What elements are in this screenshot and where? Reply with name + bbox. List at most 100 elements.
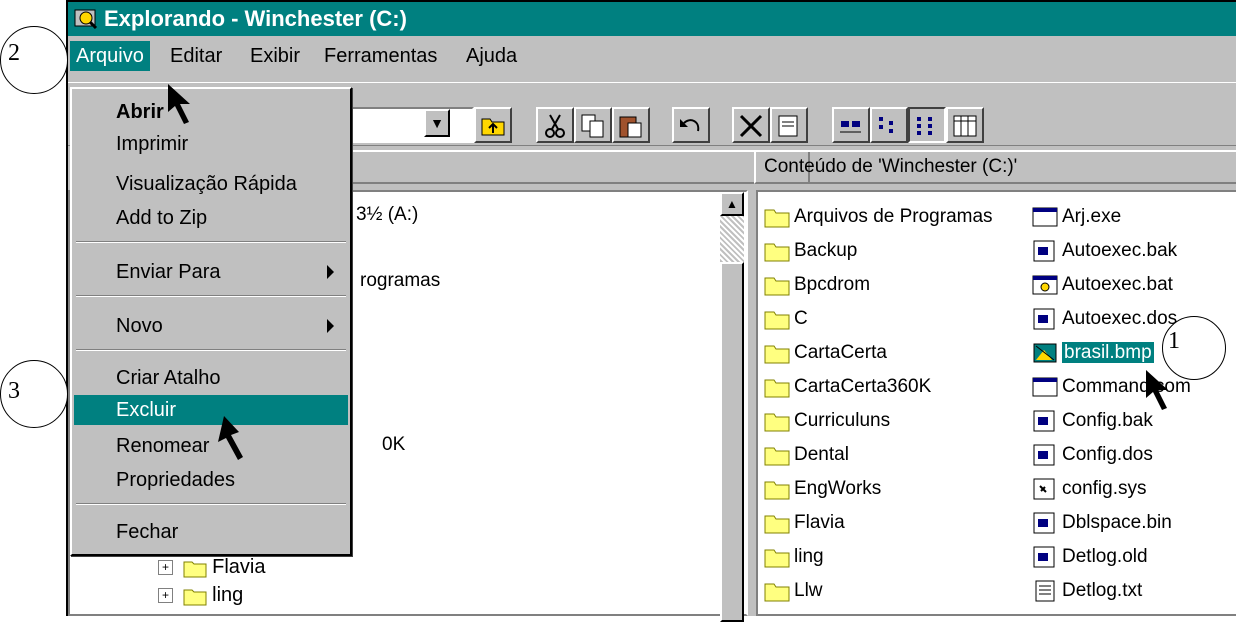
- address-combo[interactable]: [350, 107, 474, 143]
- scroll-thumb[interactable]: [720, 262, 744, 622]
- batch-file-icon: [1032, 275, 1058, 295]
- file-name: Dental: [794, 444, 849, 465]
- file-list-item[interactable]: Dblspace.bin: [1032, 510, 1172, 536]
- menu-separator: [76, 295, 346, 297]
- text-file-icon: [1035, 580, 1055, 602]
- folder-icon: [764, 515, 790, 534]
- menu-item-visualizacao-rapida[interactable]: Visualização Rápida: [74, 169, 348, 199]
- file-name: CartaCerta: [794, 342, 887, 363]
- large-icons-icon: [840, 121, 861, 133]
- file-list-item[interactable]: Autoexec.bak: [1032, 238, 1177, 264]
- file-list-item[interactable]: ling: [764, 544, 824, 570]
- file-list-item-selected[interactable]: brasil.bmp: [1032, 340, 1154, 366]
- file-name: Flavia: [794, 512, 845, 533]
- folder-icon: [764, 481, 790, 500]
- menu-item-renomear[interactable]: Renomear: [74, 431, 348, 461]
- folder-icon: [764, 447, 790, 466]
- list-view-icon: [917, 117, 932, 135]
- file-list-item[interactable]: Autoexec.bat: [1032, 272, 1173, 298]
- file-name: Arquivos de Programas: [794, 206, 993, 227]
- list-view-button[interactable]: [908, 107, 946, 143]
- copy-button[interactable]: [574, 107, 612, 143]
- folder-icon: [764, 277, 790, 296]
- window-title: Explorando - Winchester (C:): [104, 6, 407, 31]
- file-list-item[interactable]: Bpcdrom: [764, 272, 870, 298]
- file-list-item[interactable]: C: [764, 306, 808, 332]
- tree-scrollbar[interactable]: ▲: [720, 192, 744, 622]
- title-bar: Explorando - Winchester (C:): [68, 2, 1236, 36]
- paste-button[interactable]: [612, 107, 650, 143]
- properties-icon: [778, 115, 798, 137]
- file-list-item[interactable]: Arj.exe: [1032, 204, 1121, 230]
- menu-item-fechar[interactable]: Fechar: [74, 517, 348, 547]
- file-list-item[interactable]: Dental: [764, 442, 849, 468]
- menu-item-criar-atalho[interactable]: Criar Atalho: [74, 363, 348, 393]
- file-list-item[interactable]: Arquivos de Programas: [764, 204, 993, 230]
- scroll-up-button[interactable]: ▲: [720, 192, 744, 216]
- file-name: Autoexec.dos: [1062, 308, 1178, 329]
- file-name: Detlog.txt: [1062, 580, 1143, 601]
- file-list-item[interactable]: EngWorks: [764, 476, 881, 502]
- menu-ajuda[interactable]: Ajuda: [460, 41, 523, 71]
- folder-icon: [764, 243, 790, 262]
- menu-item-excluir[interactable]: Excluir: [74, 395, 348, 425]
- document-icon: [1033, 444, 1055, 466]
- menu-separator: [76, 241, 346, 243]
- file-list-item[interactable]: Autoexec.dos: [1032, 306, 1177, 332]
- tree-360k-label[interactable]: 0K: [382, 434, 405, 456]
- menu-item-imprimir[interactable]: Imprimir: [74, 129, 348, 159]
- file-list-item[interactable]: Curriculuns: [764, 408, 890, 434]
- expand-icon[interactable]: +: [158, 560, 173, 576]
- file-name: Curriculuns: [794, 410, 891, 431]
- undo-button[interactable]: [672, 107, 710, 143]
- file-name: Detlog.old: [1062, 546, 1148, 567]
- tree-item-flavia[interactable]: + Flavia: [158, 556, 265, 579]
- file-list-item[interactable]: Llw: [764, 578, 823, 604]
- cut-button[interactable]: [536, 107, 574, 143]
- tree-programas-label[interactable]: rogramas: [360, 270, 440, 292]
- delete-x-icon: [739, 114, 763, 138]
- document-icon: [1033, 240, 1055, 262]
- file-list-item[interactable]: Config.bak: [1032, 408, 1153, 434]
- menu-item-propriedades[interactable]: Propriedades: [74, 465, 348, 495]
- menu-item-abrir[interactable]: Abrir: [74, 97, 348, 127]
- delete-button[interactable]: [732, 107, 770, 143]
- document-icon: [1033, 512, 1055, 534]
- details-view-button[interactable]: [946, 107, 984, 143]
- pointer-arrow-icon: [218, 416, 243, 460]
- annotation-number-3: 3: [8, 378, 20, 404]
- menu-bar: Arquivo Editar Exibir Ferramentas Ajuda: [68, 37, 1236, 75]
- file-list-item[interactable]: Detlog.old: [1032, 544, 1148, 570]
- menu-item-enviar-para[interactable]: Enviar Para: [74, 257, 348, 287]
- file-list-item[interactable]: CartaCerta: [764, 340, 887, 366]
- tree-floppy-label[interactable]: 3½ (A:): [356, 204, 418, 226]
- file-list-item[interactable]: CartaCerta360K: [764, 374, 931, 400]
- menu-item-add-to-zip[interactable]: Add to Zip: [74, 203, 348, 233]
- combo-dropdown-button[interactable]: ▼: [424, 109, 450, 137]
- properties-button[interactable]: [770, 107, 808, 143]
- file-list-item[interactable]: Backup: [764, 238, 857, 264]
- application-icon: [1032, 207, 1058, 227]
- pointer-arrow-icon: [168, 84, 190, 124]
- menu-ferramentas[interactable]: Ferramentas: [318, 41, 443, 71]
- annotation-number-1: 1: [1168, 328, 1180, 354]
- file-name: C: [794, 308, 808, 329]
- small-icons-icon: [879, 117, 893, 133]
- tree-item-ling[interactable]: + ling: [158, 584, 243, 607]
- large-icons-button[interactable]: [832, 107, 870, 143]
- expand-icon[interactable]: +: [158, 588, 173, 604]
- menu-arquivo[interactable]: Arquivo: [70, 41, 150, 71]
- small-icons-button[interactable]: [870, 107, 908, 143]
- folder-icon: [764, 583, 790, 602]
- file-list-item[interactable]: Detlog.txt: [1032, 578, 1142, 604]
- folder-icon: [764, 311, 790, 330]
- file-list-item[interactable]: config.sys: [1032, 476, 1146, 502]
- file-name: Autoexec.bat: [1062, 274, 1173, 295]
- up-folder-button[interactable]: [474, 107, 512, 143]
- folder-icon: [183, 589, 207, 606]
- menu-editar[interactable]: Editar: [164, 41, 228, 71]
- menu-exibir[interactable]: Exibir: [244, 41, 306, 71]
- menu-item-novo[interactable]: Novo: [74, 311, 348, 341]
- file-list-item[interactable]: Flavia: [764, 510, 845, 536]
- file-list-item[interactable]: Config.dos: [1032, 442, 1153, 468]
